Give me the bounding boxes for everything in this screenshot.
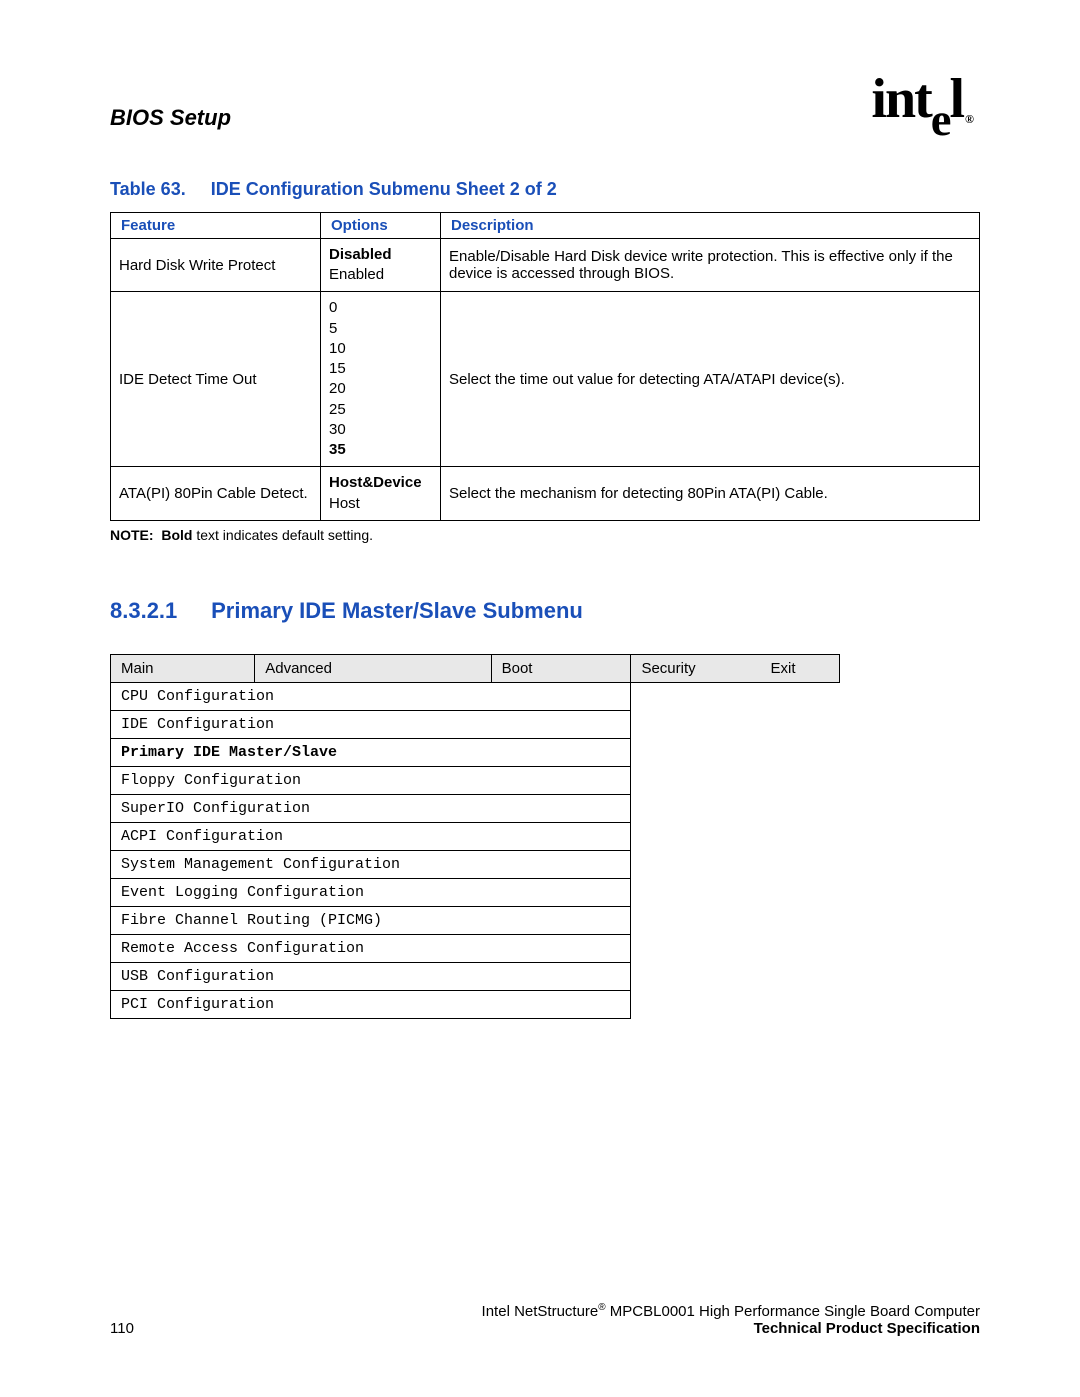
menu-item-row: PCI Configuration (111, 990, 840, 1018)
feature-cell: IDE Detect Time Out (111, 292, 321, 467)
menu-item[interactable]: Fibre Channel Routing (PICMG) (111, 906, 631, 934)
description-cell: Select the mechanism for detecting 80Pin… (441, 467, 980, 521)
table-title: IDE Configuration Submenu Sheet 2 of 2 (211, 179, 557, 199)
section-number: 8.3.2.1 (110, 598, 205, 624)
table-note: NOTE: Bold text indicates default settin… (110, 527, 980, 543)
menu-item[interactable]: ACPI Configuration (111, 822, 631, 850)
options-cell: 05101520253035 (321, 292, 441, 467)
col-description: Description (441, 212, 980, 238)
menu-item-row: USB Configuration (111, 962, 840, 990)
table-row: IDE Detect Time Out05101520253035Select … (111, 292, 980, 467)
menu-item-row: SuperIO Configuration (111, 794, 840, 822)
menu-item-row: Primary IDE Master/Slave (111, 738, 840, 766)
footer-line1: Intel NetStructure® MPCBL0001 High Perfo… (482, 1302, 980, 1320)
menu-item-row: Fibre Channel Routing (PICMG) (111, 906, 840, 934)
menu-item-row: IDE Configuration (111, 710, 840, 738)
menu-item[interactable]: Primary IDE Master/Slave (111, 738, 631, 766)
menu-tab[interactable]: Security (631, 654, 761, 682)
option-value: 25 (329, 400, 432, 420)
registered-icon: ® (965, 112, 972, 126)
menu-tab[interactable]: Advanced (255, 654, 491, 682)
menu-item-row: ACPI Configuration (111, 822, 840, 850)
bios-menu-table: MainAdvancedBootSecurityExit CPU Configu… (110, 654, 840, 1019)
option-value: 20 (329, 379, 432, 399)
menu-item[interactable]: IDE Configuration (111, 710, 631, 738)
menu-tab[interactable]: Exit (761, 654, 840, 682)
menu-item[interactable]: Event Logging Configuration (111, 878, 631, 906)
description-cell: Select the time out value for detecting … (441, 292, 980, 467)
section-title: Primary IDE Master/Slave Submenu (211, 598, 583, 623)
option-value: 10 (329, 339, 432, 359)
description-cell: Enable/Disable Hard Disk device write pr… (441, 238, 980, 292)
menu-item[interactable]: CPU Configuration (111, 682, 631, 710)
menu-item-row: Floppy Configuration (111, 766, 840, 794)
menu-tab[interactable]: Boot (491, 654, 631, 682)
table-number: Table 63. (110, 179, 186, 199)
section-heading: 8.3.2.1 Primary IDE Master/Slave Submenu (110, 598, 980, 624)
page-number: 110 (110, 1320, 134, 1337)
menu-item[interactable]: PCI Configuration (111, 990, 631, 1018)
note-label: NOTE: (110, 527, 154, 543)
note-rest: text indicates default setting. (192, 527, 373, 543)
menu-item-row: System Management Configuration (111, 850, 840, 878)
intel-logo: intel® (871, 80, 980, 131)
options-cell: DisabledEnabled (321, 238, 441, 292)
menu-tabs-row: MainAdvancedBootSecurityExit (111, 654, 840, 682)
option-value: 30 (329, 420, 432, 440)
option-value: Disabled (329, 245, 432, 265)
col-options: Options (321, 212, 441, 238)
menu-item-row: CPU Configuration (111, 682, 840, 710)
menu-item[interactable]: System Management Configuration (111, 850, 631, 878)
feature-cell: ATA(PI) 80Pin Cable Detect. (111, 467, 321, 521)
page-title: BIOS Setup (110, 105, 231, 131)
option-value: Enabled (329, 265, 432, 285)
option-value: 35 (329, 440, 432, 460)
option-value: 15 (329, 359, 432, 379)
menu-item-row: Event Logging Configuration (111, 878, 840, 906)
menu-item[interactable]: Floppy Configuration (111, 766, 631, 794)
feature-cell: Hard Disk Write Protect (111, 238, 321, 292)
footer-line2: Technical Product Specification (482, 1320, 980, 1337)
options-cell: Host&DeviceHost (321, 467, 441, 521)
page-header: BIOS Setup intel® (110, 80, 980, 131)
option-value: 0 (329, 298, 432, 318)
menu-item[interactable]: SuperIO Configuration (111, 794, 631, 822)
ide-config-table: Feature Options Description Hard Disk Wr… (110, 212, 980, 521)
registered-icon: ® (598, 1302, 605, 1313)
option-value: Host&Device (329, 473, 432, 493)
page-footer: 110 Intel NetStructure® MPCBL0001 High P… (0, 1302, 1080, 1337)
table-caption: Table 63. IDE Configuration Submenu Shee… (110, 179, 980, 200)
table-row: ATA(PI) 80Pin Cable Detect.Host&DeviceHo… (111, 467, 980, 521)
menu-item[interactable]: Remote Access Configuration (111, 934, 631, 962)
table-header-row: Feature Options Description (111, 212, 980, 238)
table-row: Hard Disk Write ProtectDisabledEnabledEn… (111, 238, 980, 292)
option-value: Host (329, 494, 432, 514)
menu-item[interactable]: USB Configuration (111, 962, 631, 990)
menu-item-row: Remote Access Configuration (111, 934, 840, 962)
menu-tab[interactable]: Main (111, 654, 255, 682)
col-feature: Feature (111, 212, 321, 238)
option-value: 5 (329, 319, 432, 339)
note-bold-word: Bold (161, 527, 192, 543)
